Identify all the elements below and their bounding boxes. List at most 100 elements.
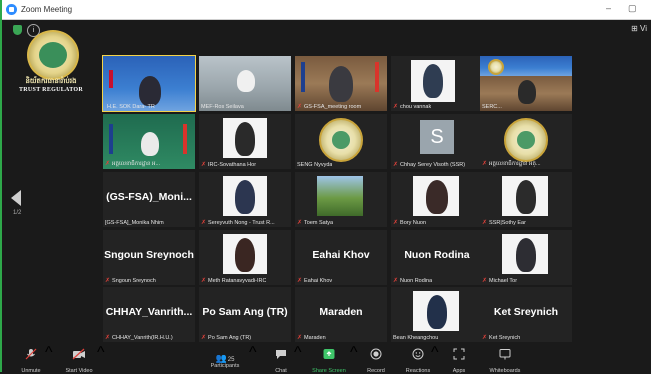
video-options-caret-icon[interactable]: ^ — [97, 344, 105, 362]
participant-figure — [516, 238, 536, 272]
participant-label: ✗ Nuon Rodina — [393, 278, 433, 284]
video-tile[interactable]: H.E. SOK Dara- TR — [102, 55, 196, 112]
participant-name-display: (GS-FSA)_Moni... — [106, 191, 192, 203]
seal-icon — [319, 118, 363, 162]
video-tile[interactable]: ✗ Michael Tor — [480, 230, 572, 285]
audio-options-caret-icon[interactable]: ^ — [45, 344, 53, 362]
participant-label: ✗ អគ្គលេខាធិការដ្ឋាន អ... — [105, 161, 161, 167]
participant-figure — [516, 180, 536, 214]
whiteboards-label: Whiteboards — [489, 368, 521, 374]
reactions-button[interactable]: Reactions — [402, 344, 434, 374]
video-tile[interactable]: MEF-Ros Seilava — [199, 56, 291, 111]
video-tile[interactable]: ✗ Bory Nuon — [391, 172, 483, 227]
muted-mic-icon: ✗ — [482, 335, 488, 341]
participant-figure — [423, 64, 443, 98]
muted-mic-icon: ✗ — [105, 161, 111, 167]
video-off-icon — [72, 348, 85, 360]
video-tile[interactable]: Nuon Rodina ✗ Nuon Rodina — [391, 230, 483, 285]
participant-name-display: Ket Sreynich — [493, 306, 559, 318]
participant-name-display: Maraden — [319, 306, 363, 318]
participant-label: ✗ Sereyvuth Nong - Trust R... — [201, 220, 275, 226]
avatar-initial: S — [420, 120, 454, 154]
seal-icon — [504, 118, 548, 162]
video-tile[interactable]: CHHAY_Vanrith... ✗ CHHAY_Vanrith(IR.H.U.) — [103, 287, 195, 342]
video-tile[interactable]: (GS-FSA)_Moni... [GS-FSA]_Monika Nhim — [103, 172, 195, 227]
muted-mic-icon: ✗ — [105, 335, 111, 341]
muted-mic-icon: ✗ — [393, 104, 399, 110]
video-tile[interactable]: ✗ អគ្គលេខាធិការដ្ឋាន អគ្... — [480, 114, 572, 169]
chat-button[interactable]: Chat — [270, 344, 292, 374]
video-tile[interactable]: SERC... — [480, 56, 572, 111]
video-tile[interactable]: Po Sam Ang (TR) ✗ Po Sam Ang (TR) — [199, 287, 291, 342]
participant-label: SENG Nyvyda — [297, 162, 333, 168]
participant-label: MEF-Ros Seilava — [201, 104, 244, 110]
whiteboards-button[interactable]: Whiteboards — [486, 344, 524, 374]
participant-figure — [518, 80, 536, 104]
previous-page-arrow-icon[interactable] — [11, 190, 21, 206]
participant-figure — [427, 295, 447, 329]
participant-label: ✗ Toem Satya — [297, 220, 334, 226]
share-options-caret-icon[interactable]: ^ — [350, 344, 358, 362]
restore-button[interactable]: ▢ — [628, 3, 637, 14]
video-tile[interactable]: ✗ chou vannak — [391, 56, 483, 111]
participant-figure — [139, 76, 161, 106]
participant-label: ✗ Meth Ratanavyvadi-IRC — [201, 278, 267, 284]
muted-mic-icon: ✗ — [482, 278, 488, 284]
org-name-english: TRUST REGULATOR — [18, 87, 84, 93]
apps-button[interactable]: Apps — [448, 344, 470, 374]
unmute-label: Unmute — [21, 368, 41, 374]
participant-label: H.E. SOK Dara- TR — [107, 104, 155, 110]
video-tile[interactable]: ✗ អគ្គលេខាធិការដ្ឋាន អ... — [103, 114, 195, 169]
video-tile[interactable]: ✗ Sereyvuth Nong - Trust R... — [199, 172, 291, 227]
participant-label: ✗ Chhay Serey Visoth (SSR) — [393, 162, 466, 168]
reactions-options-caret-icon[interactable]: ^ — [431, 344, 439, 362]
muted-mic-icon: ✗ — [393, 162, 399, 168]
video-tile[interactable]: ✗ Toem Satya — [295, 172, 387, 227]
video-tile[interactable]: ✗ Meth Ratanavyvadi-IRC — [199, 230, 291, 285]
unmute-button[interactable]: Unmute — [16, 344, 46, 374]
chat-options-caret-icon[interactable]: ^ — [294, 344, 302, 362]
muted-mic-icon: ✗ — [201, 278, 207, 284]
video-tile[interactable]: Bean Kheangchou — [391, 287, 483, 342]
view-button[interactable]: ⊞ Vi — [631, 24, 647, 33]
participant-figure — [235, 122, 255, 156]
org-name-khmer: និយ័តករធានារ៉ាប់រង — [25, 78, 77, 85]
muted-mic-icon: ✗ — [297, 335, 303, 341]
meeting-toolbar: Unmute ^ Start Video ^ 👥25 Participants … — [2, 344, 651, 374]
video-tile[interactable]: ✗ GS-FSA_meeting room — [295, 56, 387, 111]
participant-label: ✗ Sngoun Sreynoch — [105, 278, 156, 284]
muted-mic-icon: ✗ — [297, 220, 303, 226]
participant-figure — [237, 70, 255, 92]
video-tile[interactable]: Ket Sreynich ✗ Ket Sreynich — [480, 287, 572, 342]
share-screen-button[interactable]: Share Screen — [308, 344, 350, 374]
participants-label: Participants — [210, 363, 240, 369]
video-tile[interactable]: Maraden ✗ Maraden — [295, 287, 387, 342]
video-tile[interactable]: Sngoun Sreynoch ✗ Sngoun Sreynoch — [103, 230, 195, 285]
participant-label: ✗ Po Sam Ang (TR) — [201, 335, 252, 341]
share-screen-label: Share Screen — [312, 368, 346, 374]
participants-button[interactable]: 👥25 Participants — [205, 344, 245, 369]
video-tile[interactable]: ✗ SSR|Sothy Ear — [480, 172, 572, 227]
muted-mic-icon: ✗ — [201, 162, 207, 168]
video-tile[interactable]: SENG Nyvyda — [295, 114, 387, 169]
participant-label: [GS-FSA]_Monika Nhim — [105, 220, 164, 226]
video-tile[interactable]: ✗ IRC-Sovathana Hor — [199, 114, 291, 169]
emblem-icon — [27, 30, 79, 80]
participants-options-caret-icon[interactable]: ^ — [249, 344, 257, 362]
participant-name-display: Po Sam Ang (TR) — [202, 306, 288, 318]
start-video-button[interactable]: Start Video — [60, 344, 98, 374]
record-button[interactable]: Record — [364, 344, 388, 374]
title-bar: Zoom Meeting – ▢ — [2, 0, 651, 20]
video-tile[interactable]: S ✗ Chhay Serey Visoth (SSR) — [391, 114, 483, 169]
view-label: Vi — [640, 24, 647, 33]
minimize-button[interactable]: – — [606, 3, 611, 13]
participant-figure — [235, 238, 255, 272]
start-video-label: Start Video — [65, 368, 93, 374]
participant-label: ✗ CHHAY_Vanrith(IR.H.U.) — [105, 335, 173, 341]
participant-label: ✗ IRC-Sovathana Hor — [201, 162, 257, 168]
record-icon — [370, 348, 382, 360]
participant-label: ✗ Eahai Khov — [297, 278, 333, 284]
video-tile[interactable]: Eahai Khov ✗ Eahai Khov — [295, 230, 387, 285]
muted-mic-icon: ✗ — [297, 278, 303, 284]
flag-icon — [301, 62, 305, 92]
